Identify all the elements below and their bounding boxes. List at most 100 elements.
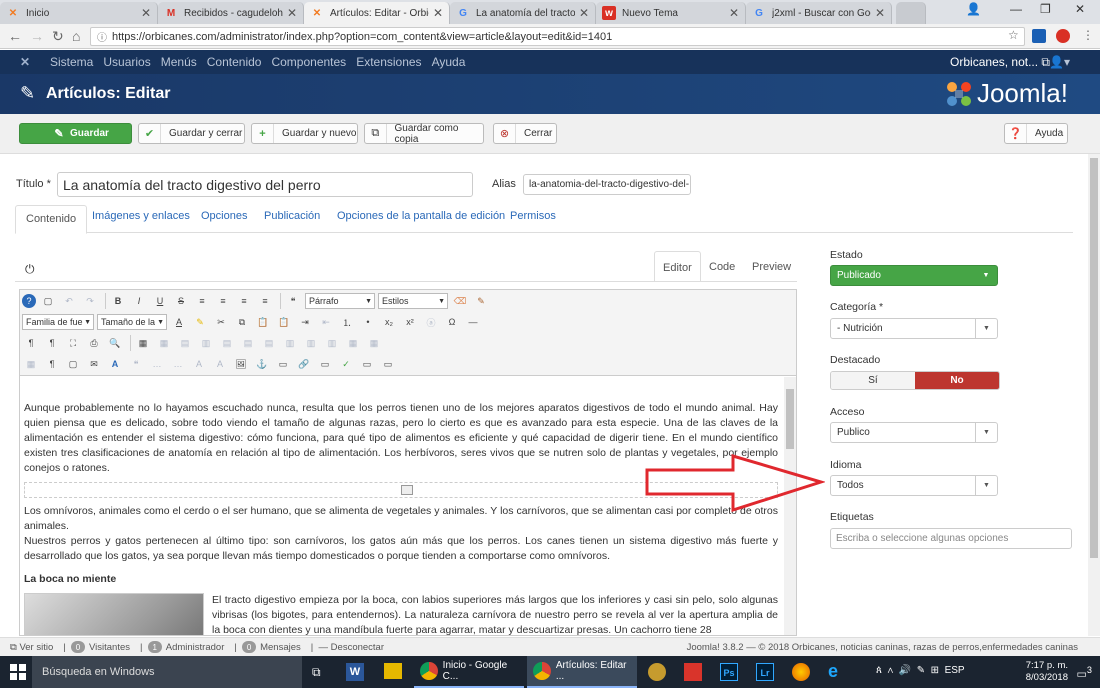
delete-row-icon[interactable]: ▤ [260,334,278,352]
outdent-icon[interactable]: ⇤ [317,313,335,331]
pagebreak-icon[interactable]: ▭ [379,355,397,373]
clear-format-icon[interactable]: ⓐ [422,313,440,331]
visual-aid-icon[interactable]: ▦ [22,355,40,373]
menu-componentes[interactable]: Componentes [271,55,346,69]
destacado-yes[interactable]: Sí [831,372,915,389]
font-size-select[interactable]: Tamaño de la ▼ [97,314,167,330]
insert-row-before-icon[interactable]: ▤ [218,334,236,352]
help-icon[interactable]: ? [22,294,36,308]
photoshop-icon[interactable]: Ps [720,663,738,681]
new-tab-button[interactable] [896,2,926,24]
joomla-logo-icon[interactable]: ✕ [10,55,40,69]
close-tab-icon[interactable]: ✕ [729,6,739,20]
visitantes-item[interactable]: | 0 Visitantes [63,641,130,653]
forward-icon[interactable]: → [30,28,44,44]
help-button[interactable]: ❓ Ayuda [1004,123,1068,144]
idioma-select[interactable]: Todos ▼ [830,475,998,496]
merge-cells-icon[interactable]: ▦ [344,334,362,352]
paragraph-select[interactable]: Párrafo ▼ [305,293,375,309]
alias-input[interactable]: la-anatomia-del-tracto-digestivo-del- [523,174,691,195]
acronym-icon[interactable]: … [169,355,187,373]
home-icon[interactable]: ⌂ [72,28,80,44]
table-row-icon[interactable]: ▤ [176,334,194,352]
categoria-select[interactable]: - Nutrición ▼ [830,318,998,339]
insert-col-after-icon[interactable]: ▥ [302,334,320,352]
ins-icon[interactable]: A [211,355,229,373]
page-scrollbar[interactable] [1088,154,1100,636]
spell-icon[interactable]: ✓ [337,355,355,373]
windows-start-icon[interactable] [10,664,26,680]
word-icon[interactable]: W [346,663,364,681]
menu-usuarios[interactable]: Usuarios [103,55,150,69]
link-icon[interactable]: 🔗 [295,355,313,373]
editor-tab-editor[interactable]: Editor [654,251,701,281]
estado-select[interactable]: Publicado ▼ [830,265,998,286]
insert-code-icon[interactable]: ▭ [274,355,292,373]
taskbar-app-chrome[interactable]: Inicio - Google C... [414,656,524,688]
bold-icon[interactable]: B [109,292,127,310]
extension-icon[interactable] [1056,29,1070,43]
close-button[interactable]: ⊗ Cerrar [493,123,557,144]
ie-icon[interactable]: e [828,661,838,682]
power-icon[interactable]: ⏻ [25,262,35,277]
destacado-toggle[interactable]: Sí No [830,371,1000,390]
reload-icon[interactable]: ↻ [52,28,64,45]
browser-tab[interactable]: ✕ Inicio ✕ [0,2,158,24]
scrollbar-thumb[interactable] [786,389,794,449]
close-tab-icon[interactable]: ✕ [579,6,589,20]
menu-sistema[interactable]: Sistema [50,55,93,69]
email-icon[interactable]: ✉ [85,355,103,373]
table-icon[interactable]: ▦ [134,334,152,352]
del-icon[interactable]: A [190,355,208,373]
restore-icon[interactable]: ❐ [1040,2,1051,16]
editor-tab-preview[interactable]: Preview [752,251,791,281]
ltr-icon[interactable]: ¶ [22,334,40,352]
cut-icon[interactable]: ✂ [212,313,230,331]
align-center-icon[interactable]: ≡ [214,292,232,310]
new-document-icon[interactable]: ▢ [39,292,57,310]
blockquote-icon[interactable]: ❝ [284,292,302,310]
tab-permisos[interactable]: Permisos [510,210,556,222]
tab-publicacion[interactable]: Publicación [264,210,320,222]
font-family-select[interactable]: Familia de fue ▼ [22,314,94,330]
superscript-icon[interactable]: x² [401,313,419,331]
menu-ayuda[interactable]: Ayuda [432,55,466,69]
abbr-icon[interactable]: … [148,355,166,373]
italic-icon[interactable]: I [130,292,148,310]
search-replace-icon[interactable]: 🔍 [106,334,124,352]
back-icon[interactable]: ← [8,28,22,44]
tab-opciones-pantalla[interactable]: Opciones de la pantalla de edición [337,210,505,222]
acceso-select[interactable]: Publico ▼ [830,422,998,443]
print-icon[interactable]: ⎙ [85,334,103,352]
align-right-icon[interactable]: ≡ [256,292,274,310]
browser-tab[interactable]: w Nuevo Tema ✕ [596,2,746,24]
save-copy-button[interactable]: ⧉ Guardar como copia [364,123,484,145]
justify-icon[interactable]: ≡ [193,292,211,310]
star-icon[interactable]: ☆ [1008,28,1019,42]
url-input[interactable]: ⓘ https://orbicanes.com/administrator/in… [90,27,1025,46]
title-input[interactable]: La anatomía del tracto digestivo del per… [57,172,473,197]
table-props-icon[interactable]: ▦ [155,334,173,352]
browser-tab[interactable]: G La anatomía del tracto d ✕ [450,2,596,24]
tab-opciones[interactable]: Opciones [201,210,247,222]
mensajes-item[interactable]: | 0 Mensajes [234,641,301,653]
destacado-no[interactable]: No [915,372,999,389]
browser-tab[interactable]: G j2xml - Buscar con Goog ✕ [746,2,892,24]
numbered-list-icon[interactable]: ⒈ [338,313,356,331]
anchor-icon[interactable]: ⚓ [253,355,271,373]
menu-icon[interactable]: ⋮ [1082,28,1094,42]
etiquetas-input[interactable]: Escriba o seleccione algunas opciones [830,528,1072,549]
ver-sitio-link[interactable]: ⧉ Ver sitio [10,642,53,653]
menu-extensiones[interactable]: Extensiones [356,55,421,69]
user-icon[interactable]: 👤▾ [1049,55,1070,69]
tab-contenido[interactable]: Contenido [15,205,88,234]
info-icon[interactable]: ⓘ [97,29,107,44]
omega-icon[interactable]: Ω [443,313,461,331]
underline-icon[interactable]: U [151,292,169,310]
clock[interactable]: 7:17 p. m. 8/03/2018 [1026,660,1068,684]
paste-icon[interactable]: 📋 [254,313,272,331]
editor-tab-code[interactable]: Code [709,251,735,281]
browser-tab-active[interactable]: ✕ Artículos: Editar - Orbica ✕ [304,2,450,24]
highlight-icon[interactable]: ✎ [191,313,209,331]
subscript-icon[interactable]: x₂ [380,313,398,331]
